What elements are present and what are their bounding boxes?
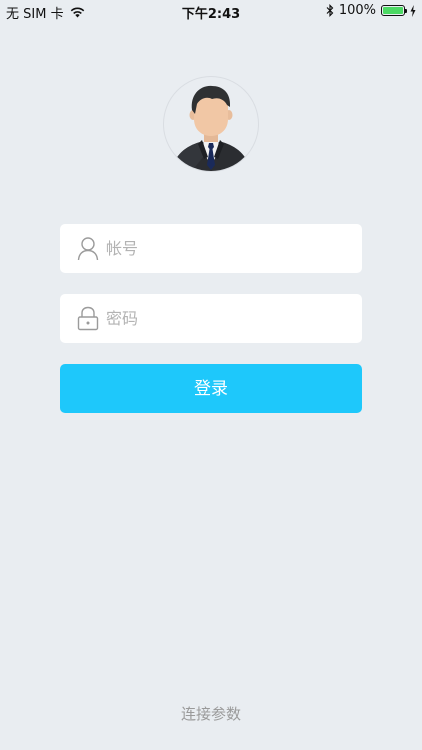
- password-input[interactable]: [106, 294, 346, 343]
- battery-level: [383, 7, 403, 14]
- bluetooth-icon: [326, 4, 334, 17]
- user-avatar: [163, 76, 259, 172]
- login-button[interactable]: 登录: [60, 364, 362, 413]
- user-icon: [77, 236, 99, 261]
- password-field[interactable]: [60, 294, 362, 343]
- charging-icon: [410, 4, 416, 17]
- lock-icon: [77, 306, 99, 331]
- account-field[interactable]: [60, 224, 362, 273]
- account-input[interactable]: [106, 224, 346, 273]
- battery-icon: [381, 5, 407, 16]
- battery-percent: 100%: [338, 3, 376, 18]
- connection-params-link[interactable]: 连接参数: [0, 703, 422, 724]
- status-bar: 无 SIM 卡 下午2:43 100%: [0, 0, 422, 22]
- businessman-avatar-icon: [172, 85, 250, 171]
- status-right: 100%: [326, 3, 416, 18]
